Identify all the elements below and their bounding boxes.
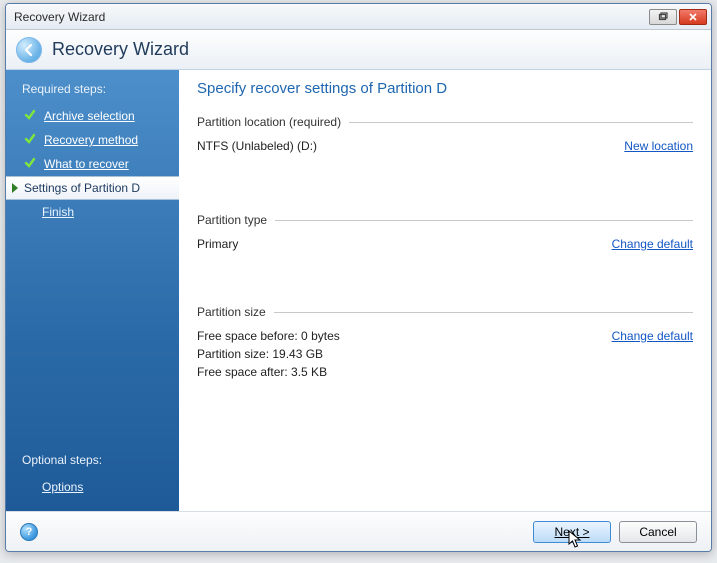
header-band: Recovery Wizard xyxy=(6,30,711,70)
required-steps-label: Required steps: xyxy=(6,78,179,104)
sidebar-step-label: Finish xyxy=(42,205,74,219)
size-lines: Free space before: 0 bytes Partition siz… xyxy=(197,329,340,383)
divider xyxy=(274,312,693,313)
wizard-body: Required steps: Archive selection Recove… xyxy=(6,70,711,511)
check-icon xyxy=(24,157,36,172)
sidebar-step-label: Settings of Partition D xyxy=(24,181,140,195)
titlebar: Recovery Wizard xyxy=(6,4,711,30)
help-icon[interactable]: ? xyxy=(20,523,38,541)
section-header-type: Partition type xyxy=(197,213,693,227)
sidebar-step-finish[interactable]: Finish xyxy=(6,200,179,224)
sidebar-step-label: Archive selection xyxy=(44,109,135,123)
section-label: Partition type xyxy=(197,213,275,227)
optional-block: Optional steps: Options xyxy=(6,449,179,499)
optional-steps-label: Optional steps: xyxy=(6,449,179,475)
free-before-value: Free space before: 0 bytes xyxy=(197,329,340,343)
sidebar-step-archive-selection[interactable]: Archive selection xyxy=(6,104,179,128)
restore-button[interactable] xyxy=(649,9,677,25)
location-value: NTFS (Unlabeled) (D:) xyxy=(197,139,317,153)
section-header-size: Partition size xyxy=(197,305,693,319)
location-row: NTFS (Unlabeled) (D:) New location xyxy=(197,139,693,153)
section-header-location: Partition location (required) xyxy=(197,115,693,129)
header-title: Recovery Wizard xyxy=(52,39,189,60)
sidebar: Required steps: Archive selection Recove… xyxy=(6,70,179,511)
cancel-button[interactable]: Cancel xyxy=(619,521,697,543)
content-pane: Specify recover settings of Partition D … xyxy=(179,70,711,511)
sidebar-step-what-to-recover[interactable]: What to recover xyxy=(6,152,179,176)
page-title: Specify recover settings of Partition D xyxy=(197,80,693,97)
sidebar-step-label: What to recover xyxy=(44,157,129,171)
sidebar-step-settings-partition-d[interactable]: Settings of Partition D xyxy=(6,176,179,200)
check-icon xyxy=(24,133,36,148)
sidebar-step-label: Recovery method xyxy=(44,133,138,147)
wizard-window: Recovery Wizard Recovery Wizard Required… xyxy=(5,3,712,552)
titlebar-text: Recovery Wizard xyxy=(14,10,647,24)
check-icon xyxy=(24,109,36,124)
change-size-link[interactable]: Change default xyxy=(612,329,693,343)
free-after-value: Free space after: 3.5 KB xyxy=(197,365,340,379)
type-value: Primary xyxy=(197,237,238,251)
divider xyxy=(349,122,693,123)
section-label: Partition size xyxy=(197,305,274,319)
new-location-link[interactable]: New location xyxy=(624,139,693,153)
close-button[interactable] xyxy=(679,9,707,25)
type-row: Primary Change default xyxy=(197,237,693,251)
sidebar-step-label: Options xyxy=(42,480,83,494)
size-row: Free space before: 0 bytes Partition siz… xyxy=(197,329,693,383)
section-label: Partition location (required) xyxy=(197,115,349,129)
divider xyxy=(275,220,693,221)
sidebar-step-options[interactable]: Options xyxy=(6,475,179,499)
footer: ? Next > Cancel xyxy=(6,511,711,551)
next-button[interactable]: Next > xyxy=(533,521,611,543)
back-button[interactable] xyxy=(16,37,42,63)
partition-size-value: Partition size: 19.43 GB xyxy=(197,347,340,361)
sidebar-step-recovery-method[interactable]: Recovery method xyxy=(6,128,179,152)
change-type-link[interactable]: Change default xyxy=(612,237,693,251)
